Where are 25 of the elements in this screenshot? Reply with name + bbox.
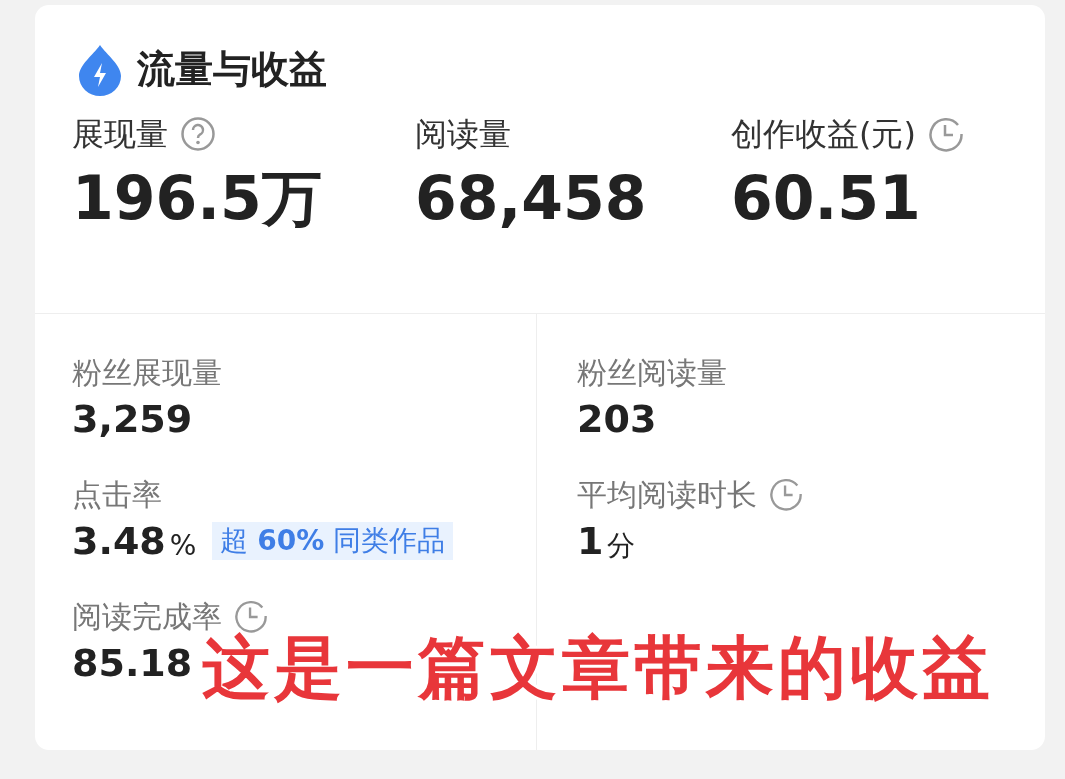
clock-icon[interactable] [769,477,803,511]
metric-value: 68,458 [415,168,647,228]
metric-value: 203 [577,400,657,438]
metric-unit: 分 [607,532,636,560]
metric-unit: % [169,532,197,560]
metric-label: 平均阅读时长 [577,475,757,514]
caption-overlay: 这是一篇文章带来的收益 [202,634,994,702]
metric-label: 阅读完成率 [72,597,222,634]
help-icon[interactable] [180,116,216,152]
clock-icon[interactable] [234,599,268,633]
metric-label: 粉丝展现量 [72,353,222,392]
card-title: 流量与收益 [137,46,327,93]
metric-value: 60.51 [731,168,921,228]
metric-label: 阅读量 [415,114,511,155]
metric-value: 3.48 [72,522,166,560]
metric-label: 创作收益(元) [731,114,916,155]
clock-icon[interactable] [927,116,964,152]
metric-value: 1 [577,522,604,560]
metric-value: 85.18 [72,644,193,682]
metric-label: 展现量 [72,114,168,155]
metric-label: 粉丝阅读量 [577,353,727,392]
rank-badge: 超 60% 同类作品 [212,522,454,560]
metric-value: 3,259 [72,400,193,438]
metric-value: 196.5万 [72,168,322,228]
metric-label: 点击率 [72,475,162,514]
